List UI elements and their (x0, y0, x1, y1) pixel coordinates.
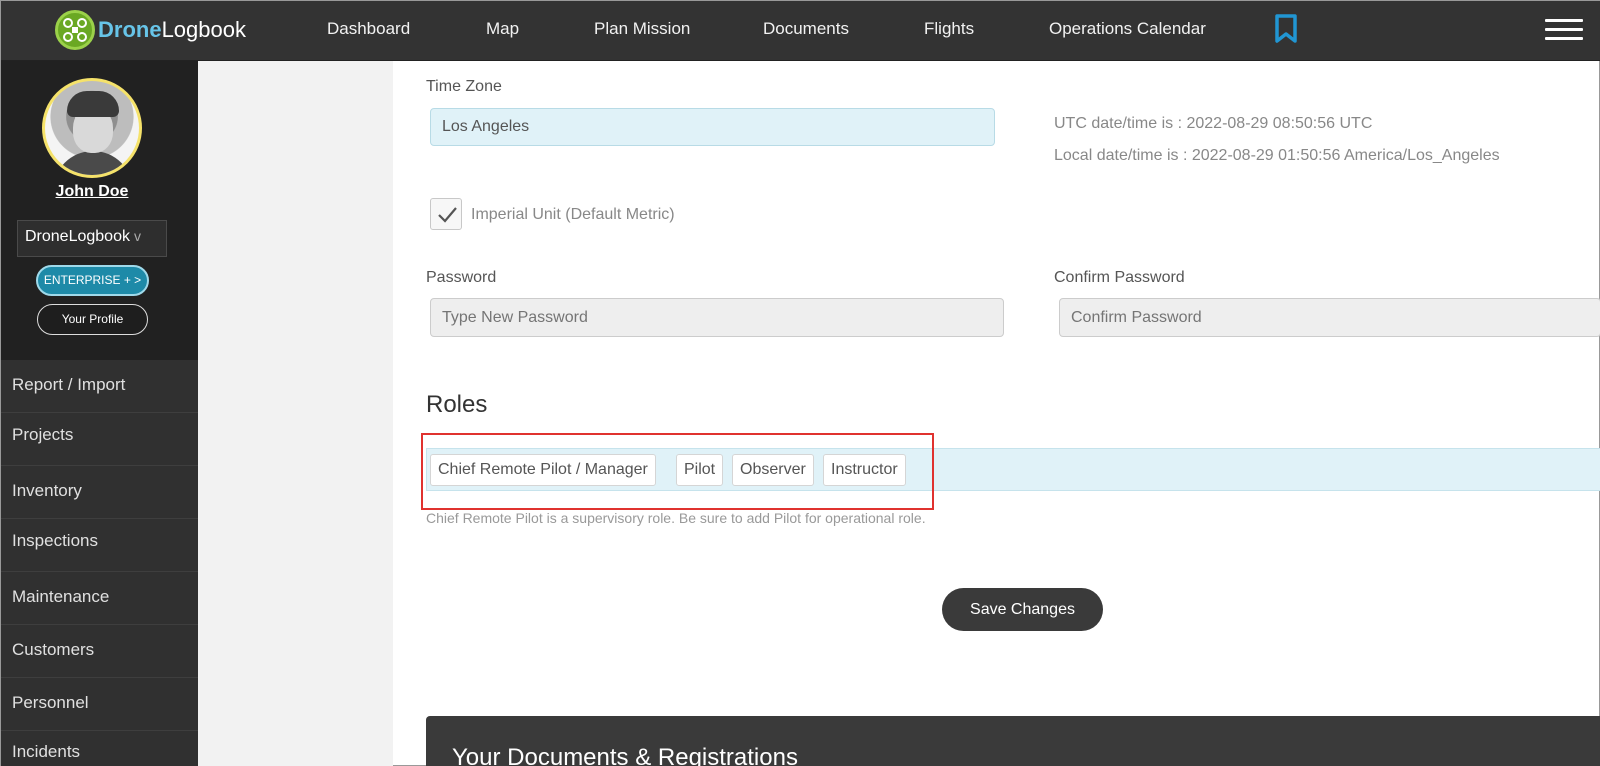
profile-panel: John Doe DroneLogbook v ENTERPRISE + > Yo… (1, 61, 198, 360)
bookmark-icon[interactable] (1273, 14, 1299, 49)
timezone-select[interactable]: Los Angeles (430, 108, 995, 146)
imperial-unit-checkbox[interactable] (430, 198, 462, 230)
drone-logo-icon (55, 10, 95, 50)
documents-registrations-panel: Your Documents & Registrations (426, 716, 1600, 766)
local-datetime-info: Local date/time is : 2022-08-29 01:50:56… (1054, 147, 1500, 164)
nav-operations-calendar[interactable]: Operations Calendar (1049, 19, 1206, 39)
roles-heading: Roles (426, 391, 488, 418)
your-profile-button[interactable]: Your Profile (37, 304, 148, 335)
enterprise-plan-button[interactable]: ENTERPRISE + > (36, 265, 149, 296)
documents-registrations-title: Your Documents & Registrations (452, 744, 798, 766)
password-input[interactable] (430, 298, 1004, 337)
utc-datetime-info: UTC date/time is : 2022-08-29 08:50:56 U… (1054, 115, 1373, 132)
sidebar-item-maintenance[interactable]: Maintenance (1, 572, 198, 625)
roles-highlight-box (421, 433, 934, 510)
sidebar-item-incidents[interactable]: Incidents (1, 731, 198, 766)
organization-select[interactable]: DroneLogbook v (17, 220, 167, 257)
user-name-link[interactable]: John Doe (1, 183, 183, 201)
roles-hint: Chief Remote Pilot is a supervisory role… (426, 510, 926, 526)
sidebar-item-inventory[interactable]: Inventory (1, 466, 198, 519)
sidebar: John Doe DroneLogbook v ENTERPRISE + > Yo… (1, 61, 198, 766)
avatar[interactable] (42, 78, 142, 178)
hamburger-menu-icon[interactable] (1545, 19, 1583, 41)
app-logo[interactable]: DroneLogbook (55, 9, 246, 51)
app-name: DroneLogbook (98, 17, 246, 42)
sidebar-item-report-import[interactable]: Report / Import (1, 360, 198, 413)
sidebar-item-personnel[interactable]: Personnel (1, 678, 198, 731)
confirm-password-input[interactable] (1059, 298, 1600, 337)
confirm-password-label: Confirm Password (1054, 269, 1185, 286)
nav-flights[interactable]: Flights (924, 19, 974, 39)
nav-plan-mission[interactable]: Plan Mission (594, 19, 690, 39)
chevron-down-icon: v (133, 228, 141, 244)
timezone-label: Time Zone (426, 78, 502, 95)
sidebar-item-customers[interactable]: Customers (1, 625, 198, 678)
organization-name: DroneLogbook (25, 228, 130, 245)
imperial-unit-label: Imperial Unit (Default Metric) (471, 206, 675, 223)
password-label: Password (426, 269, 497, 286)
nav-dashboard[interactable]: Dashboard (327, 19, 410, 39)
top-navigation-bar: DroneLogbook Dashboard Map Plan Mission … (1, 1, 1600, 61)
nav-documents[interactable]: Documents (763, 19, 849, 39)
sidebar-item-inspections[interactable]: Inspections (1, 519, 198, 572)
content-gutter (198, 61, 393, 766)
save-changes-button[interactable]: Save Changes (942, 588, 1103, 631)
nav-map[interactable]: Map (486, 19, 519, 39)
sidebar-item-projects[interactable]: Projects (1, 413, 198, 466)
checkmark-icon (438, 207, 457, 223)
